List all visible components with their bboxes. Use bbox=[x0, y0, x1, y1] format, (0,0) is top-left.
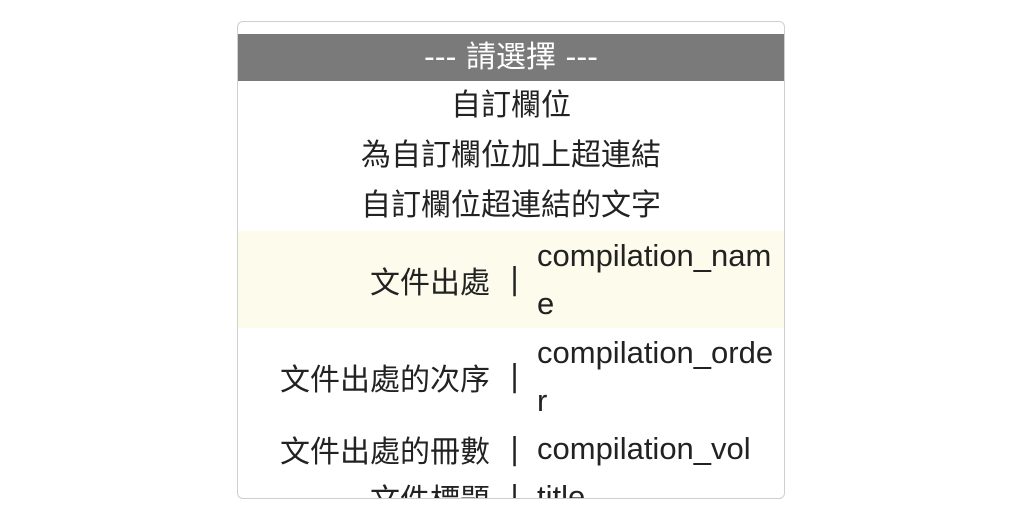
option-title[interactable]: 文件標題 | title bbox=[238, 473, 784, 499]
option-label: 文件出處的次序 bbox=[280, 362, 490, 398]
select-dropdown-list[interactable]: --- 請選擇 --- 自訂欄位 為自訂欄位加上超連結 自訂欄位超連結的文字 文… bbox=[237, 21, 785, 499]
option-label: 文件標題 bbox=[238, 475, 492, 498]
dropdown-placeholder-option[interactable]: --- 請選擇 --- bbox=[238, 34, 784, 81]
option-separator: | bbox=[509, 359, 520, 394]
option-separator: | bbox=[509, 431, 520, 467]
option-separator: | bbox=[509, 262, 520, 297]
screen: --- 請選擇 --- 自訂欄位 為自訂欄位加上超連結 自訂欄位超連結的文字 文… bbox=[0, 0, 1024, 521]
option-label: 文件出處的冊數 bbox=[280, 435, 490, 470]
option-field-key: title bbox=[537, 479, 586, 499]
option-compilation-order[interactable]: 文件出處的次序 | compilation_order bbox=[238, 328, 784, 425]
option-field-key: compilation_name bbox=[537, 237, 772, 321]
option-compilation-name[interactable]: 文件出處 | compilation_name bbox=[238, 231, 784, 328]
option-custom-field-link-text[interactable]: 自訂欄位超連結的文字 bbox=[238, 181, 784, 231]
option-label: 文件出處 bbox=[370, 265, 490, 301]
option-custom-field[interactable]: 自訂欄位 bbox=[238, 81, 784, 131]
option-compilation-vol[interactable]: 文件出處的冊數 | compilation_vol bbox=[238, 425, 784, 473]
option-field-key: compilation_order bbox=[537, 334, 774, 418]
dropdown-options: 自訂欄位 為自訂欄位加上超連結 自訂欄位超連結的文字 文件出處 | compil… bbox=[238, 81, 784, 499]
option-field-key: compilation_vol bbox=[537, 431, 751, 466]
option-custom-field-link[interactable]: 為自訂欄位加上超連結 bbox=[238, 131, 784, 181]
option-separator: | bbox=[509, 479, 520, 499]
